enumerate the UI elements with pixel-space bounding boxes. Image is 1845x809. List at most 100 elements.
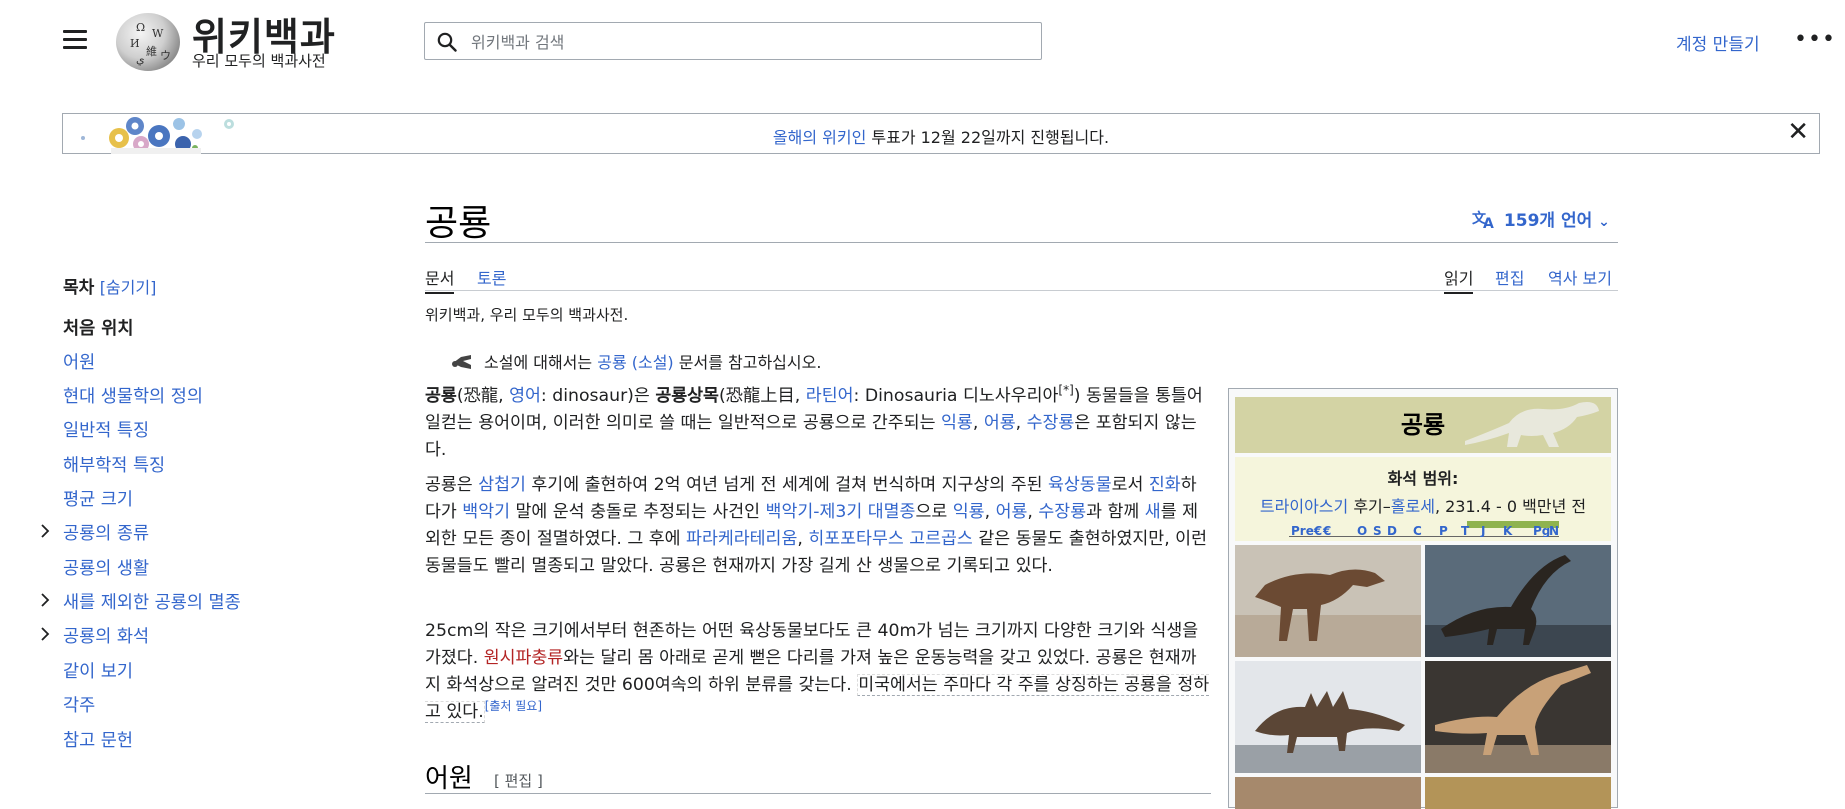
toc-item-modern-definition[interactable]: 현대 생물학의 정의 bbox=[63, 383, 203, 408]
paraceratherium-link[interactable]: 파라케라테리움 bbox=[686, 529, 797, 549]
timeline-label: J bbox=[1480, 524, 1485, 537]
pterosaur-link[interactable]: 익룡 bbox=[953, 502, 985, 522]
timeline-label: C bbox=[1413, 524, 1422, 537]
ichthyosaur-link[interactable]: 어룡 bbox=[996, 502, 1028, 522]
toc-item-references[interactable]: 참고 문헌 bbox=[63, 727, 133, 752]
text: (恐龍, bbox=[456, 386, 510, 406]
fossil-range-label: 화석 범위: bbox=[1387, 469, 1459, 488]
infobox: 공룡 화석 범위: 트라이아스기 후기–홀로세, 231.4 - 0 백만년 전… bbox=[1228, 388, 1618, 809]
hippopotamus-gorgops-link[interactable]: 히포포타무스 고르곱스 bbox=[808, 529, 972, 549]
hatnote: 소설에 대해서는 공룡 (소설) 문서를 참고하십시오. bbox=[484, 349, 821, 373]
main-menu-icon[interactable] bbox=[63, 30, 87, 50]
dinosaur-silhouette-icon bbox=[1465, 402, 1599, 447]
chevron-right-icon[interactable] bbox=[40, 593, 50, 607]
intro-paragraph-2: 공룡은 삼첩기 후기에 출현하여 2억 여년 넘게 전 세계에 걸쳐 번식하며 … bbox=[425, 472, 1211, 580]
footnote-marker[interactable]: [*] bbox=[1058, 383, 1073, 397]
pterosaur-link[interactable]: 익룡 bbox=[941, 413, 973, 433]
toc-hide-link[interactable]: [숨기기] bbox=[100, 278, 157, 297]
latin-link[interactable]: 라틴어 bbox=[806, 386, 854, 406]
triassic-link[interactable]: 트라이아스기 bbox=[1260, 497, 1348, 516]
plesiosaur-link[interactable]: 수장룡 bbox=[1027, 413, 1075, 433]
toc-item-etymology[interactable]: 어원 bbox=[63, 349, 95, 374]
triassic-link[interactable]: 삼첩기 bbox=[478, 475, 526, 495]
disambiguation-icon bbox=[452, 355, 471, 369]
geologic-timeline: Pre€ € O S D C P T J K Pg N bbox=[1289, 521, 1559, 537]
text: , bbox=[972, 413, 984, 433]
bird-link[interactable]: 새 bbox=[1145, 502, 1161, 522]
toc-item-average-size[interactable]: 평균 크기 bbox=[63, 486, 133, 511]
search-icon bbox=[437, 32, 457, 52]
wikipedia-globe-logo[interactable]: ΩWИ 維ウي bbox=[116, 13, 180, 71]
timeline-label: P bbox=[1439, 524, 1448, 537]
infobox-title-bar: 공룡 bbox=[1235, 397, 1611, 453]
toc-item-anatomy[interactable]: 해부학적 특징 bbox=[63, 452, 165, 477]
citation-needed-tag[interactable]: [출처 필요] bbox=[485, 699, 542, 713]
wikipedian-of-the-year-link[interactable]: 올해의 위키인 bbox=[773, 128, 866, 147]
hatnote-text-end: 문서를 참고하십시오. bbox=[673, 353, 822, 372]
language-button[interactable]: 文 A 159개 언어 ⌄ bbox=[1472, 206, 1610, 232]
evolution-link[interactable]: 진화 bbox=[1149, 475, 1181, 495]
toc-item-see-also[interactable]: 같이 보기 bbox=[63, 658, 133, 683]
tab-history[interactable]: 역사 보기 bbox=[1548, 265, 1612, 289]
fossil-range: 화석 범위: 트라이아스기 후기–홀로세, 231.4 - 0 백만년 전 Pr… bbox=[1235, 457, 1611, 541]
text: 으로 bbox=[915, 502, 953, 522]
plesiosaur-link[interactable]: 수장룡 bbox=[1038, 502, 1086, 522]
search-input[interactable] bbox=[469, 30, 1033, 54]
search-box[interactable] bbox=[424, 22, 1042, 60]
chevron-right-icon[interactable] bbox=[40, 524, 50, 538]
citation-needed-link[interactable]: [출처 필요] bbox=[485, 699, 542, 713]
text: , 231.4 - 0 백만년 전 bbox=[1434, 497, 1587, 516]
bold-term: 공룡상목 bbox=[655, 386, 719, 406]
toc-item-types[interactable]: 공룡의 종류 bbox=[63, 520, 149, 545]
close-icon[interactable]: ✕ bbox=[1787, 118, 1809, 146]
fossil-range-value: 트라이아스기 후기–홀로세, 231.4 - 0 백만년 전 bbox=[1235, 493, 1611, 517]
svg-text:A: A bbox=[1483, 216, 1494, 229]
text: : dinosaur)은 bbox=[540, 386, 656, 406]
site-subtitle: 위키백과, 우리 모두의 백과사전. bbox=[425, 306, 629, 324]
toc-item-extinction[interactable]: 새를 제외한 공룡의 멸종 bbox=[63, 589, 241, 614]
tab-edit[interactable]: 편집 bbox=[1495, 265, 1524, 289]
text: 로서 bbox=[1111, 475, 1149, 495]
primitive-reptile-link[interactable]: 원시파충류 bbox=[484, 648, 564, 668]
text: 과 함께 bbox=[1086, 502, 1145, 522]
tab-talk[interactable]: 토론 bbox=[477, 265, 506, 289]
section-edit-link[interactable]: [ 편집 ] bbox=[494, 770, 543, 791]
land-animal-link[interactable]: 육상동물 bbox=[1048, 475, 1112, 495]
chevron-right-icon[interactable] bbox=[40, 627, 50, 641]
create-account-link[interactable]: 계정 만들기 bbox=[1676, 30, 1760, 55]
banner-text: 투표가 12월 22일까지 진행됩니다. bbox=[866, 128, 1110, 147]
text: (恐龍上目, bbox=[718, 386, 806, 406]
toc-item-top[interactable]: 처음 위치 bbox=[63, 315, 134, 340]
timeline-label: N bbox=[1549, 524, 1559, 537]
timeline-label: K bbox=[1503, 524, 1513, 537]
text: 공룡은 bbox=[425, 475, 479, 495]
novel-link[interactable]: 공룡 (소설) bbox=[597, 353, 673, 372]
toc-item-fossils[interactable]: 공룡의 화석 bbox=[63, 623, 149, 648]
cretaceous-link[interactable]: 백악기 bbox=[462, 502, 510, 522]
timeline-label: Pre€ bbox=[1291, 524, 1322, 537]
toc-header: 목차 [숨기기] bbox=[63, 273, 156, 298]
dinosaur-skeletons-image[interactable] bbox=[1235, 545, 1611, 809]
timeline-label: D bbox=[1387, 524, 1397, 537]
toc-item-footnotes[interactable]: 각주 bbox=[63, 692, 95, 717]
banner-message: 올해의 위키인 투표가 12월 22일까지 진행됩니다. bbox=[63, 124, 1819, 148]
timeline-label: € bbox=[1322, 524, 1331, 537]
site-tagline: 우리 모두의 백과사전 bbox=[192, 52, 326, 70]
section-heading: 어원 bbox=[425, 764, 473, 794]
timeline-label: Pg bbox=[1533, 524, 1550, 537]
text: : Dinosauria 디노사우리아 bbox=[853, 386, 1059, 406]
text: 후기에 출현하여 2억 여년 넘게 전 세계에 걸쳐 번식하며 지구상의 주된 bbox=[525, 475, 1048, 495]
chevron-down-icon: ⌄ bbox=[1598, 214, 1610, 230]
language-count: 159개 언어 bbox=[1503, 211, 1593, 231]
toc-title: 목차 bbox=[63, 278, 95, 298]
infobox-title: 공룡 bbox=[1400, 411, 1446, 439]
kpg-extinction-link[interactable]: 백악기-제3기 대멸종 bbox=[766, 502, 916, 522]
english-link[interactable]: 영어 bbox=[509, 386, 541, 406]
more-options-icon[interactable]: ••• bbox=[1794, 29, 1836, 51]
site-notice-banner: 올해의 위키인 투표가 12월 22일까지 진행됩니다. ✕ bbox=[62, 113, 1820, 154]
toc-item-general-features[interactable]: 일반적 특징 bbox=[63, 417, 149, 442]
ichthyosaur-link[interactable]: 어룡 bbox=[984, 413, 1016, 433]
toc-item-life[interactable]: 공룡의 생활 bbox=[63, 555, 149, 580]
text: 말에 운석 충돌로 추정되는 사건인 bbox=[510, 502, 766, 522]
holocene-link[interactable]: 홀로세 bbox=[1391, 497, 1435, 516]
